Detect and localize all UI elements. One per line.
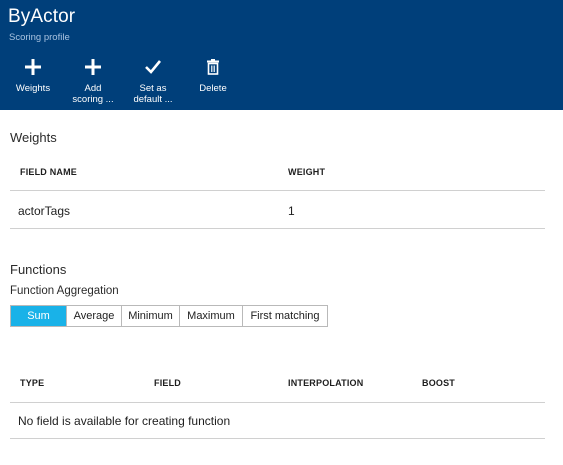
add-scoring-label-1: Add bbox=[84, 83, 102, 94]
set-as-default-button[interactable]: Set as default ... bbox=[131, 56, 175, 105]
table-header-divider bbox=[10, 190, 545, 191]
plus-icon bbox=[12, 58, 54, 80]
column-header-interpolation: INTERPOLATION bbox=[288, 378, 364, 388]
function-aggregation-selector: Sum Average Minimum Maximum First matchi… bbox=[10, 305, 328, 327]
trash-icon bbox=[194, 58, 232, 80]
set-default-label-1: Set as bbox=[139, 83, 167, 94]
column-header-field-name: FIELD NAME bbox=[20, 167, 77, 177]
aggregation-option-average[interactable]: Average bbox=[67, 306, 122, 326]
set-default-label-2: default ... bbox=[133, 94, 173, 105]
add-scoring-label-2: scoring ... bbox=[72, 94, 114, 105]
weights-button-label: Weights bbox=[15, 83, 51, 94]
plus-icon bbox=[72, 58, 114, 80]
aggregation-option-sum[interactable]: Sum bbox=[11, 306, 67, 326]
aggregation-option-first-matching[interactable]: First matching bbox=[243, 306, 327, 326]
checkmark-icon bbox=[131, 58, 175, 80]
delete-button[interactable]: Delete bbox=[194, 56, 232, 94]
page-subtitle: Scoring profile bbox=[9, 32, 70, 43]
command-bar: Weights Add scoring ... Set as default .… bbox=[0, 56, 563, 110]
function-aggregation-label: Function Aggregation bbox=[10, 285, 119, 297]
weights-button[interactable]: Weights bbox=[12, 56, 54, 94]
functions-header-divider bbox=[10, 402, 545, 403]
table-row-divider bbox=[10, 228, 545, 229]
functions-row-divider bbox=[10, 438, 545, 439]
weights-row-weight: 1 bbox=[288, 204, 295, 218]
weights-row-field-name: actorTags bbox=[18, 204, 71, 218]
page-title: ByActor bbox=[8, 6, 76, 27]
add-scoring-button[interactable]: Add scoring ... bbox=[72, 56, 114, 105]
delete-button-label: Delete bbox=[199, 83, 227, 94]
column-header-weight: WEIGHT bbox=[288, 167, 326, 177]
column-header-boost: BOOST bbox=[422, 378, 456, 388]
functions-section-title: Functions bbox=[10, 262, 67, 277]
blade-header: ByActor Scoring profile Weights Add scor… bbox=[0, 0, 563, 110]
aggregation-option-maximum[interactable]: Maximum bbox=[180, 306, 243, 326]
weights-section-title: Weights bbox=[10, 130, 57, 145]
functions-empty-message: No field is available for creating funct… bbox=[18, 414, 231, 428]
column-header-field: FIELD bbox=[154, 378, 181, 388]
column-header-type: TYPE bbox=[20, 378, 45, 388]
aggregation-option-minimum[interactable]: Minimum bbox=[122, 306, 180, 326]
